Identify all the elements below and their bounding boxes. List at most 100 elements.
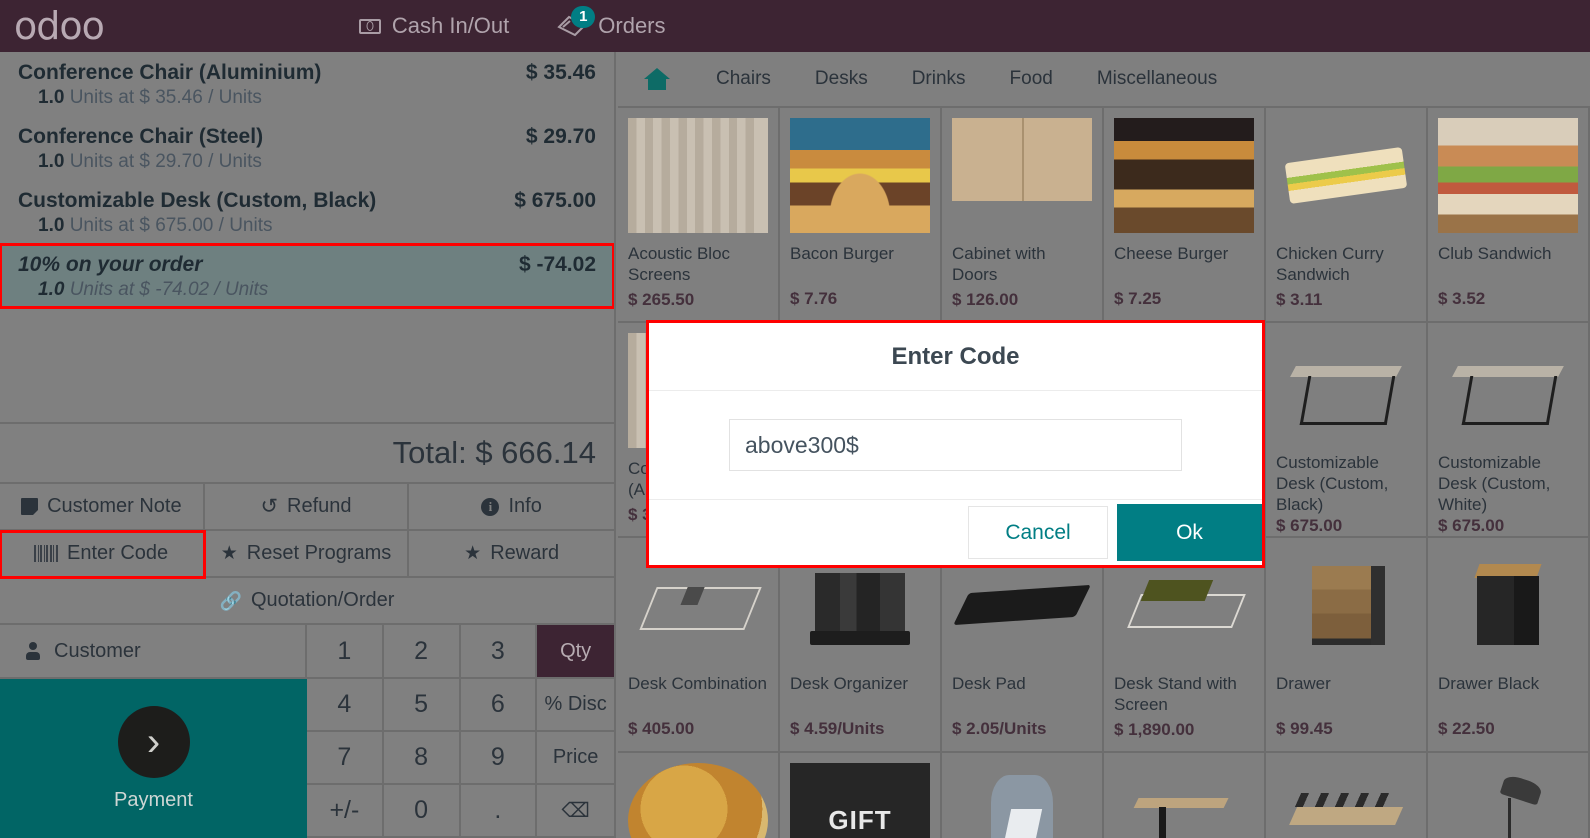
code-input[interactable]	[729, 419, 1182, 471]
numpad-key-disc[interactable]: % Disc	[537, 679, 614, 732]
chevron-right-icon: ›	[117, 705, 190, 778]
product-card[interactable]: Desk Combination $ 405.00	[618, 538, 780, 753]
product-card[interactable]: Cheese Burger $ 7.25	[1104, 108, 1266, 323]
numpad-key-6[interactable]: 6	[460, 679, 538, 732]
numpad-key-7[interactable]: 7	[307, 732, 384, 785]
gift-icon: GIFT	[790, 763, 930, 838]
action-label: Reward	[490, 542, 560, 564]
info-button[interactable]: i Info	[409, 484, 614, 531]
category-food[interactable]: Food	[988, 52, 1075, 107]
order-line-detail: 1.0 Units at $ -74.02 / Units	[38, 279, 596, 301]
product-card[interactable]	[942, 753, 1104, 838]
note-icon	[21, 498, 40, 516]
numpad-key-label: Qty	[560, 639, 592, 662]
ok-button[interactable]: Ok	[1117, 504, 1262, 561]
numpad-key-label: 6	[490, 690, 505, 718]
numpad-key-price[interactable]: Price	[537, 732, 614, 785]
order-line-name: Conference Chair (Aluminium)	[18, 61, 322, 84]
odoo-logo[interactable]: odoo	[14, 7, 105, 45]
product-image: GIFT	[790, 763, 930, 838]
numpad-key-label: 9	[490, 743, 505, 771]
reward-button[interactable]: ★ Reward	[409, 531, 614, 578]
orders-button[interactable]: 1 Orders	[557, 6, 666, 39]
product-price: $ 265.50	[628, 289, 695, 309]
club-icon	[1438, 118, 1578, 233]
top-bar: odoo Cash In/Out 1 Orders	[0, 0, 1590, 52]
enter-code-button[interactable]: Enter Code	[0, 530, 206, 579]
product-card[interactable]: GIFT	[780, 753, 942, 838]
product-name: Desk Pad	[952, 674, 1026, 693]
product-price: $ 2.05/Units	[952, 719, 1047, 738]
product-name: Desk Combination	[628, 674, 767, 693]
desk-icon	[1438, 333, 1578, 442]
burger-icon	[790, 118, 930, 233]
drawer-icon	[1276, 548, 1416, 663]
desk-icon	[1276, 333, 1416, 442]
category-miscellaneous[interactable]: Miscellaneous	[1075, 52, 1239, 107]
category-desks[interactable]: Desks	[793, 52, 890, 107]
order-line-qty: 1.0	[38, 151, 65, 172]
numpad-key-1[interactable]: 1	[307, 625, 384, 679]
product-price: $ 1,890.00	[1114, 719, 1195, 739]
order-line[interactable]: Customizable Desk (Custom, Black) $ 675.0…	[0, 180, 614, 244]
customer-note-button[interactable]: Customer Note	[0, 484, 205, 531]
order-line-name: Conference Chair (Steel)	[18, 125, 264, 148]
order-lines: Conference Chair (Aluminium) $ 35.46 1.0 U…	[0, 52, 614, 372]
category-label: Miscellaneous	[1096, 68, 1218, 89]
numpad-key-4[interactable]: 4	[307, 679, 384, 732]
reset-programs-button[interactable]: ★ Reset Programs	[204, 531, 410, 578]
customer-button[interactable]: Customer	[0, 625, 307, 679]
numpad-key-[interactable]: .	[460, 785, 538, 838]
order-line[interactable]: Conference Chair (Aluminium) $ 35.46 1.0 U…	[0, 52, 614, 116]
numpad-key-9[interactable]: 9	[460, 732, 538, 785]
category-home[interactable]	[618, 66, 694, 92]
category-bar: Chairs Desks Drinks Food Miscellaneous	[618, 52, 1590, 108]
product-card[interactable]: Bacon Burger $ 7.76	[780, 108, 942, 323]
numpad-key-[interactable]: ⌫	[537, 785, 614, 838]
product-card[interactable]: Club Sandwich $ 3.52	[1428, 108, 1590, 323]
home-icon	[642, 66, 672, 92]
product-card[interactable]: Desk Organizer $ 4.59/Units	[780, 538, 942, 753]
cancel-button[interactable]: Cancel	[968, 506, 1108, 559]
order-line-unit: Units at $ 35.46 / Units	[69, 87, 262, 108]
product-card[interactable]: Drawer Black $ 22.50	[1428, 538, 1590, 753]
product-image	[1276, 763, 1416, 838]
product-card[interactable]: Chicken Curry Sandwich $ 3.11	[1266, 108, 1428, 323]
numpad-key-qty[interactable]: Qty	[537, 625, 614, 679]
product-card[interactable]: Drawer $ 99.45	[1266, 538, 1428, 753]
numpad-key-label: 1	[337, 636, 352, 665]
numpad-key-0[interactable]: 0	[383, 785, 461, 838]
product-card[interactable]	[1266, 753, 1428, 838]
cash-in-out-button[interactable]: Cash In/Out	[358, 13, 510, 39]
product-card[interactable]: Desk Stand with Screen $ 1,890.00	[1104, 538, 1266, 753]
product-card[interactable]	[1428, 753, 1590, 838]
order-line-price: $ 35.46	[525, 61, 596, 84]
link-icon: 🔗	[219, 590, 242, 611]
numpad-key-[interactable]: +/-	[307, 785, 384, 838]
numpad-key-2[interactable]: 2	[383, 625, 461, 679]
product-card[interactable]: Acoustic Bloc Screens $ 265.50	[618, 108, 780, 323]
screen-icon	[628, 118, 768, 233]
numpad-key-5[interactable]: 5	[383, 679, 461, 732]
order-line[interactable]: 10% on your order $ -74.02 1.0 Units at $ …	[0, 243, 614, 309]
product-card[interactable]: Desk Pad $ 2.05/Units	[942, 538, 1104, 753]
product-card[interactable]	[618, 753, 780, 838]
order-total: Total: $ 666.14	[392, 435, 596, 470]
product-card[interactable]: Cabinet with Doors $ 126.00	[942, 108, 1104, 323]
numpad-key-8[interactable]: 8	[383, 732, 461, 785]
orders-label: Orders	[598, 13, 666, 38]
category-drinks[interactable]: Drinks	[890, 52, 988, 107]
quotation-order-button[interactable]: 🔗 Quotation/Order	[0, 578, 614, 625]
numpad-key-3[interactable]: 3	[460, 625, 538, 679]
cash-in-out-label: Cash In/Out	[391, 13, 510, 38]
order-line[interactable]: Conference Chair (Steel) $ 29.70 1.0 Units…	[0, 116, 614, 180]
product-card[interactable]: Customizable Desk (Custom, Black) $ 675.0…	[1266, 323, 1428, 538]
category-chairs[interactable]: Chairs	[694, 52, 793, 107]
product-card[interactable]: Customizable Desk (Custom, White) $ 675.0…	[1428, 323, 1590, 538]
product-card[interactable]	[1104, 753, 1266, 838]
product-price: $ 7.25	[1114, 289, 1162, 308]
action-label: Quotation/Order	[251, 589, 395, 611]
refund-button[interactable]: ↺ Refund	[204, 484, 410, 531]
payment-button[interactable]: › Payment	[0, 679, 307, 838]
numpad: 1 2 3 Qty 4 5 6 % Disc 7 8 9 Price +/- 0. ⌫	[307, 625, 614, 838]
